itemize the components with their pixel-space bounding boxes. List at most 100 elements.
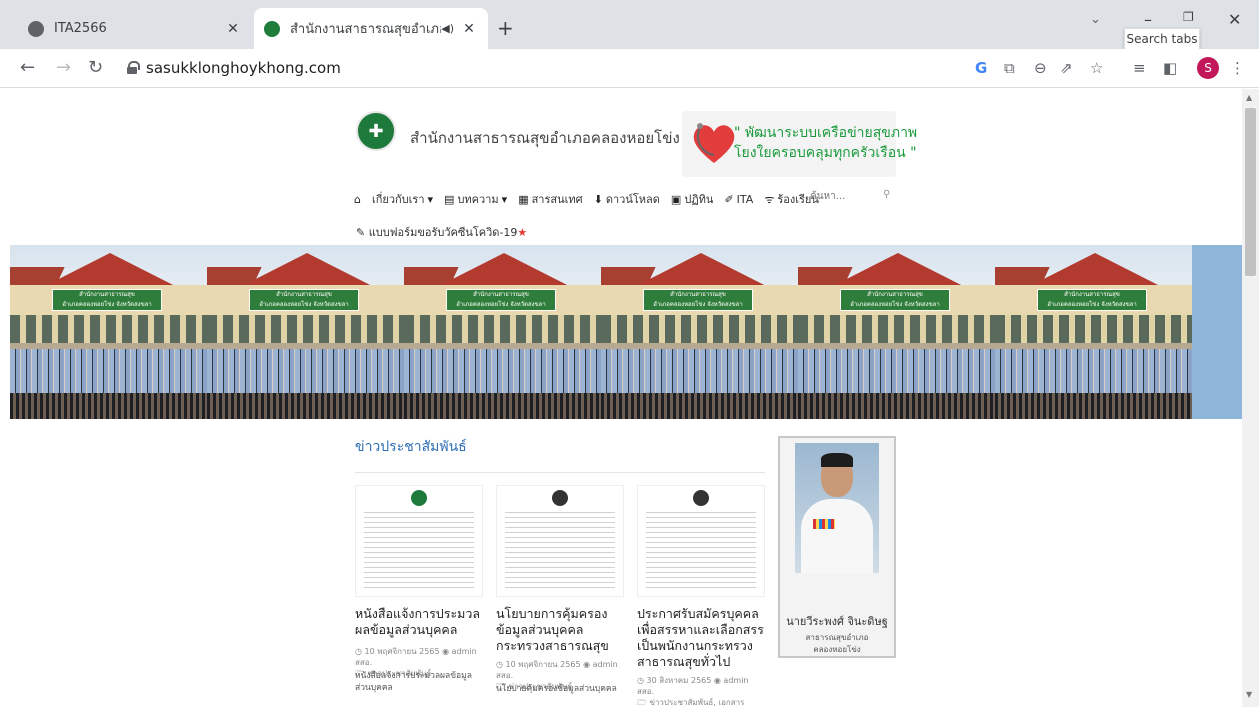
menu-label: ITA [736,192,754,206]
hero-panel: สำนักงานสาธารณสุขอำเภอคลองหอยโข่ง จังหวั… [404,245,601,419]
news-thumbnail[interactable] [355,485,483,597]
scrollbar-thumb[interactable] [1245,108,1256,276]
menu-label: บทความ [457,193,499,206]
main-menu: ⌂ เกี่ยวกับเรา ▾ ▤ บทความ ▾ ▦ สารสนเทศ ⬇ ดาวน… [354,190,819,208]
minimize-icon[interactable]: – [1144,10,1152,29]
google-icon[interactable]: G [975,59,987,77]
more-menu-icon[interactable]: ⋮ [1230,59,1245,77]
hero-panel: สำนักงานสาธารณสุข อำเภอคลองหอยโข่ง จังหวั… [207,245,404,419]
download-icon: ⬇ [593,192,603,206]
document-icon: ▦ [518,192,529,206]
moph-emblem-icon: ✚ [368,120,384,142]
sign-line-1: สำนักงานสาธารณสุข [670,291,726,298]
search-tabs-tooltip: Search tabs [1124,28,1200,50]
sign-line-2: อำเภอคลองหอยโข่ง จังหวัดสงขลา [259,301,349,308]
role-line-2: คลองหอยโข่ง [813,645,861,654]
home-icon: ⌂ [354,192,361,206]
menu-label: สารสนเทศ [531,193,583,206]
site-favicon-icon [264,20,280,37]
bookmark-star-icon[interactable]: ☆ [1090,59,1103,77]
restore-icon[interactable]: ❐ [1183,10,1194,24]
sign-line-2: อำเภอคลองหอยโข่ง จังหวัดสงขลา [1047,301,1137,308]
news-title[interactable]: หนังสือแจ้งการประมวลผลข้อมูลส่วนบุคคล [355,606,487,638]
reload-icon[interactable]: ↻ [88,57,103,78]
section-divider [355,472,765,473]
star-icon: ★ [517,226,528,239]
sign-line-2: อำเภอคลองหอยโข่ง จังหวัดสงขลา [62,301,152,308]
document-preview [646,512,756,590]
zoom-icon[interactable]: ⊖ [1034,59,1047,77]
document-preview [364,512,474,590]
sign-line-2: อำเภอคลองหอยโข่ง จังหวัดสงขลา [850,301,940,308]
menu-info[interactable]: ▦ สารสนเทศ [518,190,582,208]
search-icon[interactable]: ⚲ [883,189,890,200]
hero-panel: สำนักงานสาธารณสุขอำเภอคลองหอยโข่ง จังหวั… [10,245,207,419]
heart-stethoscope-icon [693,123,735,163]
address-bar[interactable]: sasukklonghoykhong.com [146,59,341,77]
sign-line-1: สำนักงานสาธารณสุข [79,291,135,298]
menu-calendar[interactable]: ▣ ปฏิทิน [671,190,714,208]
lock-icon[interactable] [127,61,140,74]
document-preview [505,512,615,590]
reading-list-icon[interactable]: ≡ [1133,59,1146,77]
menu-label: แบบฟอร์มขอรับวัคซีนโควิด-19 [368,226,518,239]
sign-line-1: สำนักงานสาธารณสุข [473,291,529,298]
news-date: 10 พฤศจิกายน 2565 [364,647,440,656]
news-excerpt: หนังสือแจ้งการประมวลผลข้อมูลส่วนบุคคล [355,671,472,693]
menu-about[interactable]: เกี่ยวกับเรา ▾ [372,190,433,208]
building-sign: สำนักงานสาธารณสุข อำเภอคลองหอยโข่ง จังหวั… [249,289,359,311]
article-icon: ▤ [444,192,455,206]
tab-title: สำนักงานสาธารณสุขอำเภอคลองหอยโข่ง [290,22,441,37]
chevron-down-icon: ▾ [501,192,508,206]
director-profile-card: นายวีระพงศ์ จินะดิษฐ สาธารณสุขอำเภอคลองห… [778,436,896,658]
sign-line-2: อำเภอคลองหอยโข่ง จังหวัดสงขลา [653,301,743,308]
site-logo[interactable]: ✚ [356,111,396,151]
director-role: สาธารณสุขอำเภอคลองหอยโข่ง [780,632,894,656]
back-icon[interactable]: ← [20,57,35,78]
building-sign: สำนักงานสาธารณสุขอำเภอคลองหอยโข่ง จังหวั… [643,289,753,311]
role-line-1: สาธารณสุขอำเภอ [805,633,869,642]
hero-panel: สำนักงานสาธารณสุขอำเภอคลองหอยโข่ง จังหวั… [798,245,995,419]
page-viewport: ✚ สำนักงานสาธารณสุขอำเภอคลองหอยโข่ง " พั… [0,89,1242,707]
garuda-emblem-icon [552,490,568,506]
scroll-down-icon[interactable]: ▼ [1246,690,1252,699]
chevron-down-icon[interactable]: ⌄ [1090,12,1101,27]
close-icon[interactable]: ✕ [224,21,242,37]
close-window-icon[interactable]: ✕ [1228,10,1241,29]
site-name[interactable]: สำนักงานสาธารณสุขอำเภอคลองหอยโข่ง [410,126,680,150]
side-panel-icon[interactable]: ◧ [1163,59,1177,77]
hero-panel: สำนักงานสาธารณสุขอำเภอคลองหอยโข่ง จังหวั… [995,245,1192,419]
director-name: นายวีระพงศ์ จินะดิษฐ [786,615,888,628]
chevron-down-icon: ▾ [427,192,434,206]
sign-line-1: สำนักงานสาธารณสุข [867,291,923,298]
news-title[interactable]: ประกาศรับสมัครบุคคลเพื่อสรรหาและเลือกสรร… [637,606,769,670]
menu-ita[interactable]: ✐ ITA [724,193,753,206]
menu-articles[interactable]: ▤ บทความ ▾ [444,190,507,208]
pen-icon: ✎ [356,226,366,239]
forward-icon[interactable]: → [56,57,71,78]
tab-current-site[interactable]: สำนักงานสาธารณสุขอำเภอคลองหอยโข่ง ◀) ✕ [254,8,488,49]
tab-ita2566[interactable]: ITA2566 ✕ [18,8,252,49]
menu-home[interactable]: ⌂ [354,193,361,206]
news-section-title[interactable]: ข่าวประชาสัมพันธ์ [355,436,467,458]
scroll-up-icon[interactable]: ▲ [1246,93,1252,102]
sign-line-2: อำเภอคลองหอยโข่ง จังหวัดสงขลา [456,301,546,308]
share-icon[interactable]: ⇗ [1060,59,1073,77]
calendar-icon: ▣ [670,192,682,206]
news-date: 10 พฤศจิกายน 2565 [505,660,581,669]
menu-download[interactable]: ⬇ ดาวน์โหลด [594,190,660,208]
sign-line-1: สำนักงานสาธารณสุข [1064,291,1120,298]
news-thumbnail[interactable] [496,485,624,597]
close-icon[interactable]: ✕ [460,21,478,37]
news-excerpt: นโยบายคุ้มครองข้อมูลส่วนบุคคล [496,684,617,694]
news-thumbnail[interactable] [637,485,765,597]
profile-avatar[interactable]: S [1197,57,1219,79]
browser-toolbar: ← → ↻ sasukklonghoykhong.com G ⧉ ⊖ ⇗ ☆ ≡… [0,49,1259,88]
speaker-icon[interactable]: ◀) [441,22,454,35]
news-category[interactable]: ข่าวประชาสัมพันธ์, เอกสารดาวน์โหลด [637,698,744,707]
slogan-line-1: " พัฒนาระบบเครือข่ายสุขภาพ [734,125,918,141]
news-title[interactable]: นโยบายการคุ้มครองข้อมูลส่วนบุคคล กระทรวง… [496,606,628,654]
menu-covid-form[interactable]: ✎ แบบฟอร์มขอรับวัคซีนโควิด-19★ [356,223,527,241]
translate-icon[interactable]: ⧉ [1004,59,1015,77]
new-tab-button[interactable]: + [497,16,514,40]
